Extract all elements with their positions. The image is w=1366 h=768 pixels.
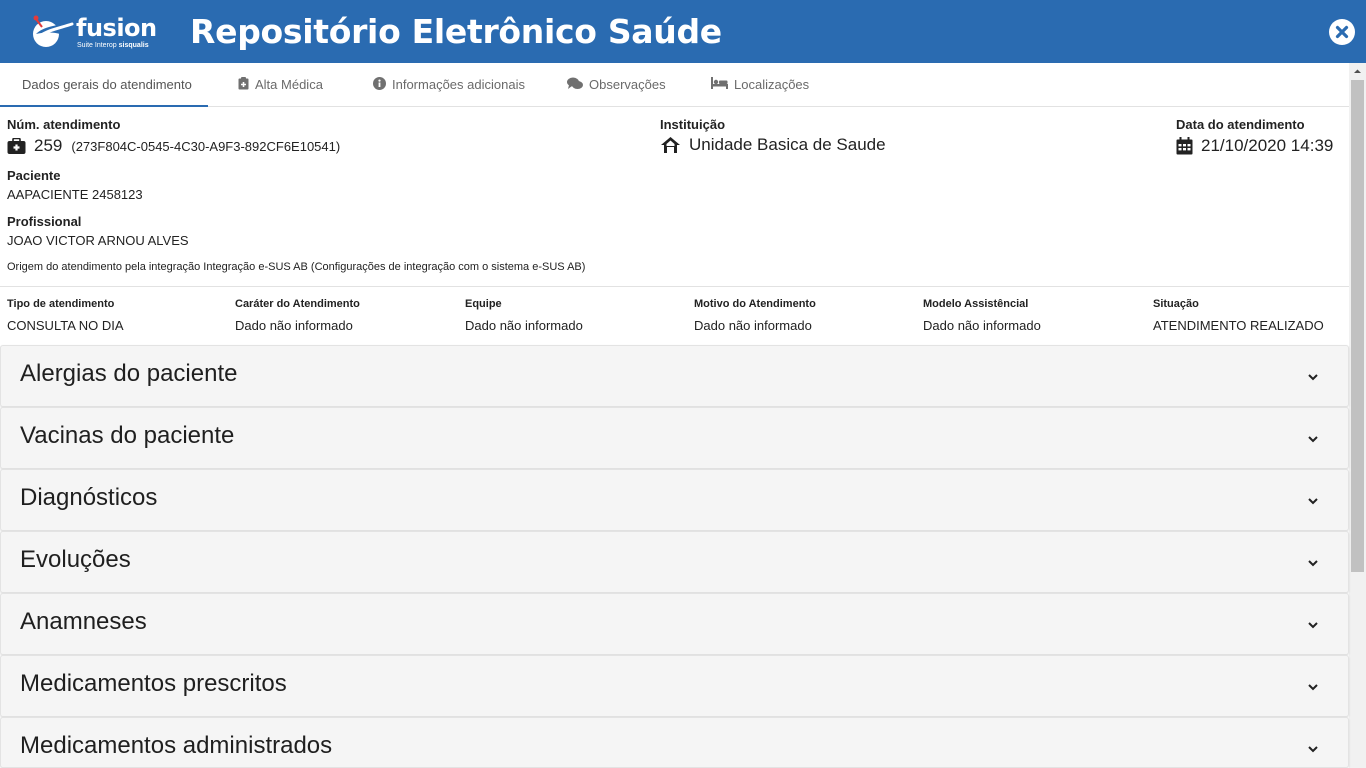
accordion-alergias[interactable]: Alergias do paciente	[0, 345, 1349, 407]
logo-subtitle: Suite Interop sisqualis	[77, 42, 149, 50]
accordion-title: Vacinas do paciente	[20, 422, 235, 449]
comments-icon	[567, 77, 583, 93]
accordion-medicamentos-administrados[interactable]: Medicamentos administrados	[0, 717, 1349, 768]
accordion-title: Alergias do paciente	[20, 360, 238, 387]
accordion-evolucoes[interactable]: Evoluções	[0, 531, 1349, 593]
tipo-atendimento-label: Tipo de atendimento	[7, 298, 115, 310]
data-atendimento-value: 21/10/2020 14:39	[1176, 136, 1333, 156]
paciente-value: AAPACIENTE 2458123	[7, 187, 143, 202]
tab-informacoes-adicionais[interactable]: Informações adicionais	[373, 63, 525, 106]
data-atendimento: 21/10/2020 14:39	[1201, 136, 1334, 155]
tab-dados-gerais[interactable]: Dados gerais do atendimento	[0, 63, 208, 107]
medical-kit-icon	[7, 138, 26, 154]
situacao-label: Situação	[1153, 298, 1199, 310]
chevron-down-icon	[1308, 746, 1318, 753]
carater-atendimento-label: Caráter do Atendimento	[235, 298, 360, 310]
atendimento-uuid: (273F804C-0545-4C30-A9F3-892CF6E10541)	[71, 138, 341, 154]
num-atendimento-value: 259 (273F804C-0545-4C30-A9F3-892CF6E1054…	[7, 136, 340, 156]
modelo-assistencial-value: Dado não informado	[923, 318, 1041, 333]
instituicao-name: Unidade Basica de Saude	[689, 135, 886, 154]
modelo-assistencial-label: Modelo Assistêncial	[923, 298, 1029, 310]
scrollbar-thumb[interactable]	[1351, 80, 1364, 572]
section-divider	[0, 286, 1349, 287]
profissional-value: JOAO VICTOR ARNOU ALVES	[7, 233, 189, 248]
tab-observacoes[interactable]: Observações	[567, 63, 666, 106]
equipe-value: Dado não informado	[465, 318, 583, 333]
app-header: fusion Suite Interop sisqualis Repositór…	[0, 0, 1366, 63]
accordion-vacinas[interactable]: Vacinas do paciente	[0, 407, 1349, 469]
accordion-diagnosticos[interactable]: Diagnósticos	[0, 469, 1349, 531]
accordion-medicamentos-prescritos[interactable]: Medicamentos prescritos	[0, 655, 1349, 717]
bed-icon	[711, 77, 728, 92]
chevron-down-icon	[1308, 436, 1318, 443]
accordion-title: Medicamentos administrados	[20, 732, 333, 759]
accordion-anamneses[interactable]: Anamneses	[0, 593, 1349, 655]
close-button[interactable]	[1329, 19, 1355, 45]
chevron-down-icon	[1308, 560, 1318, 567]
calendar-icon	[1176, 137, 1193, 155]
num-atendimento: 259	[34, 136, 63, 155]
carater-atendimento-value: Dado não informado	[235, 318, 353, 333]
motivo-atendimento-value: Dado não informado	[694, 318, 812, 333]
tab-alta-medica[interactable]: Alta Médica	[238, 63, 323, 106]
home-icon	[660, 136, 681, 154]
origem-atendimento: Origem do atendimento pela integração In…	[7, 261, 586, 273]
chevron-down-icon	[1308, 622, 1318, 629]
accordion-title: Evoluções	[20, 546, 131, 573]
tab-label: Observações	[589, 77, 666, 92]
close-circle-icon	[1335, 25, 1349, 39]
logo-word: fusion	[76, 14, 157, 42]
chevron-down-icon	[1308, 498, 1318, 505]
logo-mark-icon	[33, 15, 74, 47]
accordion-title: Diagnósticos	[20, 484, 158, 511]
clipboard-icon	[238, 76, 249, 93]
chevron-down-icon	[1308, 684, 1318, 691]
tab-localizacoes[interactable]: Localizações	[711, 63, 809, 106]
tab-label: Localizações	[734, 77, 810, 92]
logo-sub-brand: sisqualis	[118, 42, 149, 49]
profissional-label: Profissional	[7, 214, 82, 229]
tab-label: Informações adicionais	[392, 77, 525, 92]
instituicao-label: Instituição	[660, 117, 726, 132]
scroll-up-arrow-icon[interactable]	[1349, 63, 1366, 80]
tab-bar: Dados gerais do atendimento Alta Médica …	[0, 63, 1349, 107]
situacao-value: ATENDIMENTO REALIZADO	[1153, 318, 1324, 333]
tab-label: Dados gerais do atendimento	[22, 77, 192, 92]
info-circle-icon	[373, 76, 386, 93]
num-atendimento-label: Núm. atendimento	[7, 117, 121, 132]
accordion-title: Anamneses	[20, 608, 147, 635]
instituicao-value: Unidade Basica de Saude	[660, 135, 886, 155]
data-atendimento-label: Data do atendimento	[1176, 117, 1305, 132]
motivo-atendimento-label: Motivo do Atendimento	[694, 298, 816, 310]
paciente-label: Paciente	[7, 168, 61, 183]
equipe-label: Equipe	[465, 298, 502, 310]
app-title: Repositório Eletrônico Saúde	[190, 12, 722, 51]
vertical-scrollbar[interactable]	[1349, 63, 1366, 768]
tipo-atendimento-value: CONSULTA NO DIA	[7, 318, 124, 333]
logo-sub-prefix: Suite Interop	[77, 42, 119, 49]
accordion-title: Medicamentos prescritos	[20, 670, 287, 697]
tab-label: Alta Médica	[255, 77, 323, 92]
fusion-logo: fusion Suite Interop sisqualis	[30, 12, 160, 52]
chevron-down-icon	[1308, 374, 1318, 381]
